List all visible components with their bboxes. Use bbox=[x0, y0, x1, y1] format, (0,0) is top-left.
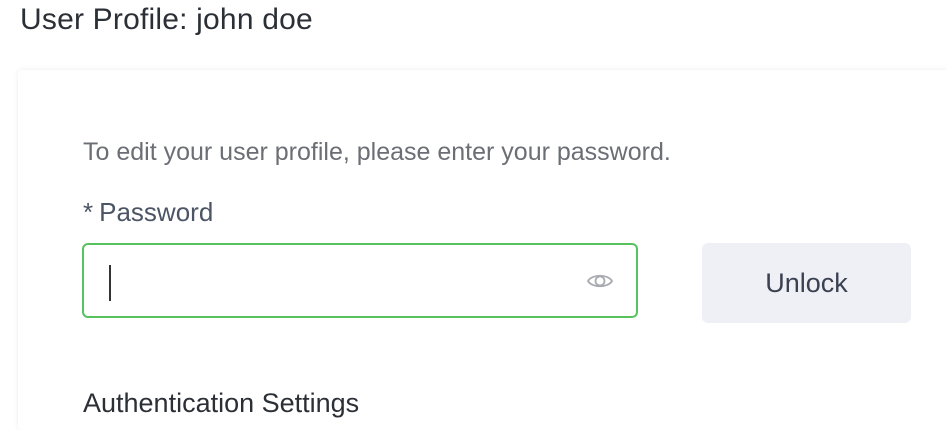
unlock-instructions: To edit your user profile, please enter … bbox=[83, 138, 671, 166]
unlock-button[interactable]: Unlock bbox=[702, 243, 911, 323]
required-mark: * bbox=[83, 197, 94, 227]
password-label: * Password bbox=[83, 197, 213, 228]
text-caret bbox=[109, 265, 111, 301]
profile-card: To edit your user profile, please enter … bbox=[18, 70, 946, 430]
password-field[interactable] bbox=[82, 243, 638, 318]
authentication-settings-heading: Authentication Settings bbox=[83, 388, 360, 418]
password-input[interactable] bbox=[106, 255, 580, 309]
password-label-text: Password bbox=[99, 197, 214, 227]
eye-icon[interactable] bbox=[586, 269, 614, 293]
page-title: User Profile: john doe bbox=[20, 3, 313, 36]
